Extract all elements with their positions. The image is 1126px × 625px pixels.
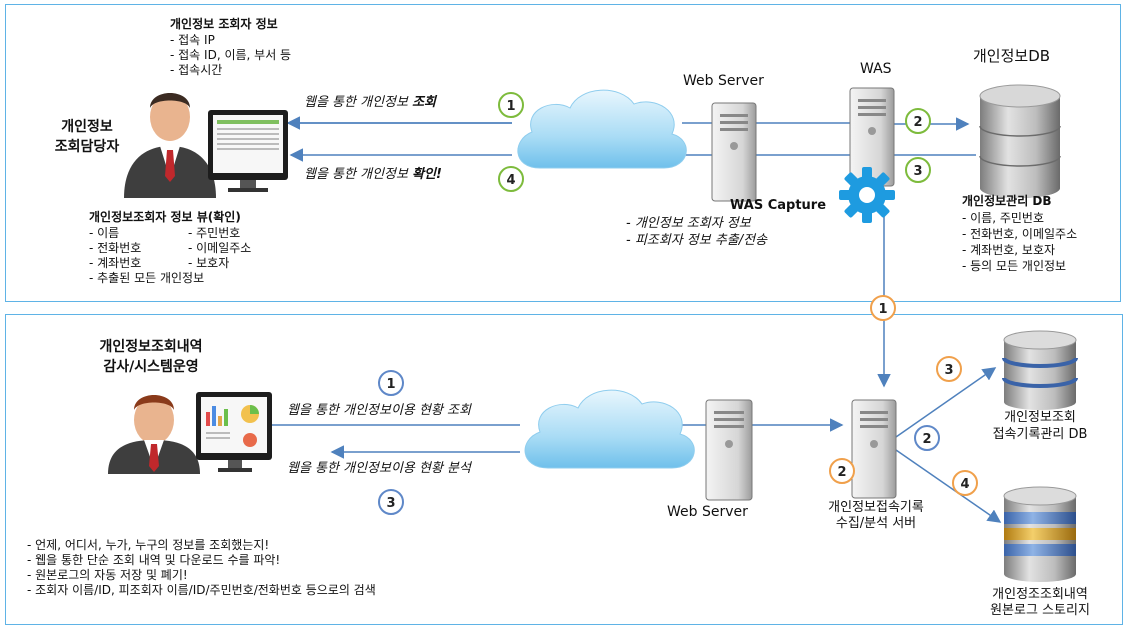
view-col1-item: - 계좌번호	[89, 256, 142, 270]
db-mgmt-item: - 전화번호, 이메일주소	[962, 227, 1078, 241]
diagram-graphics	[108, 84, 1078, 582]
view-col2-item: - 주민번호	[188, 226, 241, 240]
web-server-label-bottom: Web Server	[667, 504, 748, 520]
gear-icon	[839, 167, 895, 223]
step-badge: 1	[378, 370, 404, 396]
view-col2-item: - 보호자	[188, 256, 230, 270]
view-col1-item: - 이름	[89, 226, 120, 240]
note-item: - 웹을 통한 단순 조회 내역 및 다운로드 수를 파악!	[27, 553, 281, 567]
actor-label-bottom-line1: 개인정보조회내역	[99, 339, 203, 355]
connector-step-badge: 1	[870, 295, 896, 321]
db-mgmt-item: - 이름, 주민번호	[962, 211, 1045, 225]
person-icon	[124, 93, 216, 198]
view-col1-item: - 추출된 모든 개인정보	[89, 271, 205, 285]
person-icon	[108, 395, 200, 474]
monitor-icon	[208, 110, 288, 192]
web-server-label: Web Server	[683, 73, 764, 89]
arrow-label-query-bold: 조회	[412, 95, 436, 110]
arrow-label-confirm-text: 웹을 통한 개인정보	[304, 167, 413, 182]
db-mgmt-title: 개인정보관리 DB	[962, 194, 1052, 208]
viewer-info-title: 개인정보 조회자 정보	[170, 17, 278, 31]
was-capture-item: - 개인정보 조회자 정보	[626, 216, 751, 231]
raw-log-storage-label: 개인정조조회내역	[992, 587, 1088, 602]
database-icon	[1002, 330, 1078, 410]
viewer-info-item: - 접속시간	[170, 63, 223, 77]
was-label: WAS	[860, 61, 892, 77]
arrow-label-query-text: 웹을 통한 개인정보	[304, 95, 413, 110]
arrow-label-usage-query: 웹을 통한 개인정보이용 현황 조회	[287, 403, 471, 418]
arrow-label-confirm-bold: 확인!	[412, 167, 442, 182]
collector-server-label: 수집/분석 서버	[835, 516, 917, 531]
step-badge: 4	[498, 166, 524, 192]
view-col2-item: - 이메일주소	[188, 241, 252, 255]
cloud-icon	[524, 389, 695, 469]
step-badge: 2	[905, 108, 931, 134]
step-badge: 3	[378, 489, 404, 515]
step-badge: 3	[936, 356, 962, 382]
actor-label-bottom-line2: 감사/시스템운영	[103, 359, 199, 375]
actor-label-top-line1: 개인정보	[61, 119, 113, 135]
access-log-db-label: 개인정보조회	[1004, 410, 1076, 425]
database-icon	[1003, 486, 1077, 582]
was-capture-label: WAS Capture	[730, 198, 827, 213]
note-item: - 언제, 어디서, 누가, 누구의 정보를 조회했는지!	[27, 538, 270, 552]
monitor-icon	[196, 392, 272, 472]
step-badge: 1	[498, 92, 524, 118]
was-capture-item: - 피조회자 정보 추출/전송	[626, 233, 768, 248]
view-col1-item: - 전화번호	[89, 241, 142, 255]
server-icon	[705, 399, 753, 501]
db-mgmt-item: - 계좌번호, 보호자	[962, 243, 1056, 257]
arrow-label-usage-analysis: 웹을 통한 개인정보이용 현황 분석	[287, 461, 471, 476]
db-mgmt-item: - 등의 모든 개인정보	[962, 259, 1067, 273]
arrow-label-query: 웹을 통한 개인정보 조회	[304, 95, 436, 111]
access-log-db-label: 접속기록관리 DB	[992, 427, 1088, 442]
database-icon	[979, 84, 1061, 198]
server-icon	[711, 102, 757, 202]
arrow-label-confirm: 웹을 통한 개인정보 확인!	[304, 167, 442, 183]
step-badge: 3	[905, 157, 931, 183]
step-badge: 4	[952, 470, 978, 496]
actor-label-top-line2: 조회담당자	[54, 139, 120, 155]
viewer-info-item: - 접속 IP	[170, 33, 215, 47]
collector-server-label: 개인정보접속기록	[828, 500, 924, 515]
view-title: 개인정보조회자 정보 뷰(확인)	[89, 210, 241, 224]
server-icon	[851, 399, 897, 499]
note-item: - 원본로그의 자동 저장 및 폐기!	[27, 568, 188, 582]
viewer-info-item: - 접속 ID, 이름, 부서 등	[170, 48, 292, 62]
cloud-icon	[517, 89, 687, 169]
step-badge: 2	[914, 425, 940, 451]
note-item: - 조회자 이름/ID, 피조회자 이름/ID/주민번호/전화번호 등으로의 검…	[27, 583, 376, 597]
step-badge: 2	[829, 458, 855, 484]
db-label: 개인정보DB	[973, 47, 1051, 65]
raw-log-storage-label: 원본로그 스토리지	[990, 603, 1090, 618]
